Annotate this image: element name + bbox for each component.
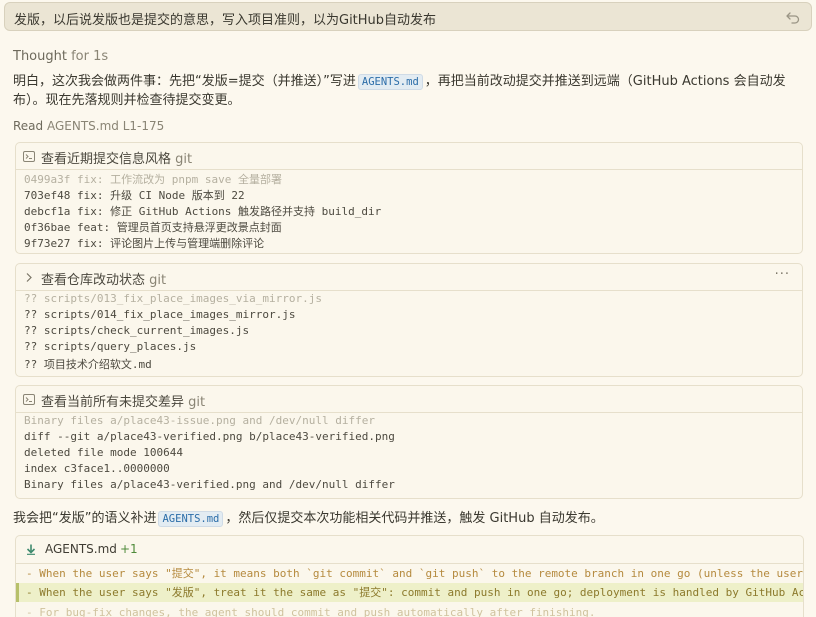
output-line: ?? scripts/014_fix_place_images_mirror.j… (24, 308, 296, 321)
terminal-card-uncommitted-diff: 查看当前所有未提交差异 git Binary files a/place43-i… (15, 385, 803, 499)
card-title-text: 查看当前所有未提交差异 (41, 395, 185, 410)
terminal-card-header[interactable]: 查看当前所有未提交差异 git (16, 386, 802, 413)
terminal-card-header[interactable]: 查看仓库改动状态 git ··· (16, 264, 802, 291)
message-text: 明白，这次我会做两件事：先把“发版=提交（并推送）”写进 (13, 74, 356, 89)
terminal-card-recent-commits: 查看近期提交信息风格 git 0499a3f fix: 工作流改为 pnpm s… (15, 142, 803, 254)
markdown-file-icon (26, 544, 36, 555)
diff-header[interactable]: AGENTS.md +1 (16, 536, 803, 564)
output-line: index c3face1..0000000 (24, 462, 170, 475)
output-line: 0f36bae feat: 管理员首页支持悬浮更改景点封面 (24, 221, 282, 234)
terminal-card-title: 查看近期提交信息风格 git (41, 148, 192, 167)
output-line: deleted file mode 100644 (24, 446, 183, 459)
card-title-text: 查看仓库改动状态 (41, 273, 146, 288)
undo-icon[interactable] (785, 9, 801, 25)
output-line: ?? scripts/check_current_images.js (24, 324, 250, 337)
more-options-icon[interactable]: ··· (775, 267, 790, 282)
terminal-card-repo-status: 查看仓库改动状态 git ··· ?? scripts/013_fix_plac… (15, 263, 803, 377)
user-prompt-bar[interactable]: 发版，以后说发版也是提交的意思，写入项目准则，以为GitHub自动发布 (4, 2, 812, 31)
terminal-icon (23, 151, 35, 162)
thought-label: Thought (13, 49, 67, 64)
diff-line: - For bug-fix changes, the agent should … (26, 606, 596, 617)
terminal-card-header[interactable]: 查看近期提交信息风格 git (16, 143, 802, 170)
assistant-message-2: 我会把“发版”的语义补进 AGENTS.md ，然后仅提交本次功能相关代码并推送，触… (13, 507, 604, 527)
terminal-card-title: 查看当前所有未提交差异 git (41, 391, 205, 410)
user-prompt-text: 发版，以后说发版也是提交的意思，写入项目准则，以为GitHub自动发布 (14, 13, 437, 28)
terminal-icon (23, 394, 35, 405)
assistant-message-1: 明白，这次我会做两件事：先把“发版=提交（并推送）”写进 AGENTS.md ，再把… (13, 72, 803, 110)
diff-line: - When the user says "提交", it means both… (26, 567, 803, 580)
output-line: debcf1a fix: 修正 GitHub Actions 触发路径并支持 b… (24, 205, 382, 218)
card-tool-label: git (149, 273, 167, 288)
read-file-action[interactable]: Read AGENTS.md L1-175 (13, 119, 164, 133)
output-line: ?? scripts/query_places.js (24, 340, 197, 353)
card-title-text: 查看近期提交信息风格 (41, 152, 172, 167)
chevron-right-icon[interactable] (23, 272, 35, 283)
diff-added-count: +1 (120, 542, 138, 556)
output-line: Binary files a/place43-issue.png and /de… (24, 414, 375, 427)
output-line: 0499a3f fix: 工作流改为 pnpm save 全量部署 (24, 173, 282, 186)
terminal-card-title: 查看仓库改动状态 git (41, 269, 166, 288)
inline-code-agents-md: AGENTS.md (357, 74, 423, 90)
output-line: diff --git a/place43-verified.png b/plac… (24, 430, 395, 443)
thought-indicator[interactable]: Thought for 1s (13, 49, 108, 64)
diff-file-name: AGENTS.md (45, 542, 117, 556)
output-line: ?? 项目技术介绍软文.md (24, 358, 152, 371)
card-tool-label: git (188, 395, 206, 410)
output-line: ?? scripts/013_fix_place_images_via_mirr… (24, 292, 323, 305)
message-text: 我会把“发版”的语义补进 (13, 511, 157, 526)
file-diff-card: AGENTS.md +1 - When the user says "提交", … (15, 535, 804, 617)
output-line: 9f73e27 fix: 评论图片上传与管理端删除评论 (24, 237, 265, 250)
output-line: Binary files a/place43-verified.png and … (24, 478, 395, 491)
card-tool-label: git (175, 152, 193, 167)
read-target: AGENTS.md L1-175 (46, 119, 165, 133)
inline-code-agents-md: AGENTS.md (158, 511, 224, 527)
message-text: ，然后仅提交本次功能相关代码并推送，触发 GitHub 自动发布。 (225, 511, 604, 526)
diff-line-added: - When the user says "发版", treat it the … (16, 583, 803, 602)
read-label: Read (13, 119, 44, 133)
output-line: 703ef48 fix: 升级 CI Node 版本到 22 (24, 189, 245, 202)
thought-duration: for 1s (71, 49, 109, 64)
